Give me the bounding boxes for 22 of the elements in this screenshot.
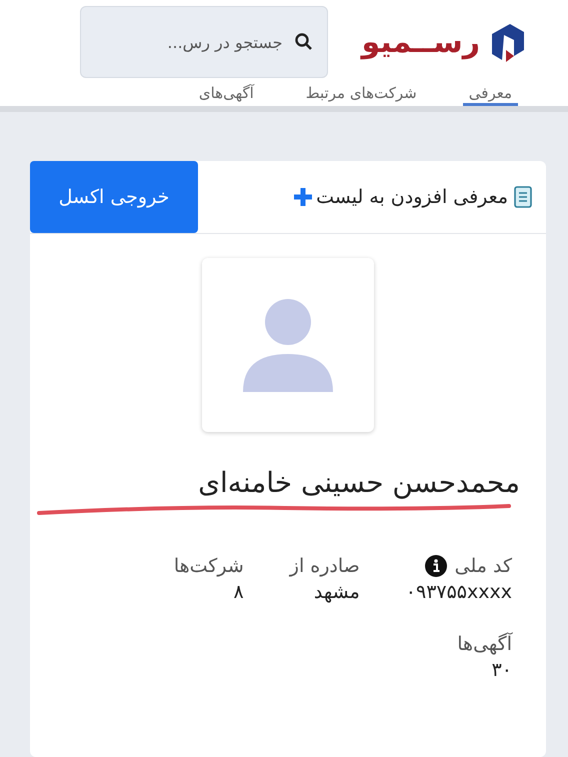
person-name: محمدحسن حسینی خامنه‌ای xyxy=(197,466,521,499)
field-label: کد ملی xyxy=(454,555,512,577)
tab[interactable]: شرکت‌های مرتبط xyxy=(300,84,423,106)
search-icon xyxy=(294,32,314,52)
add-to-list-link[interactable]: افزودن به لیست xyxy=(292,186,448,208)
search-field[interactable]: جستجو در رس... xyxy=(80,6,328,78)
info-icon[interactable] xyxy=(424,555,447,577)
field-value: ۳۰ xyxy=(490,659,512,681)
avatar-icon xyxy=(241,298,335,392)
field-label: شرکت‌ها xyxy=(174,555,244,577)
card-title: معرفی xyxy=(453,186,508,208)
field-label: صادره از xyxy=(290,555,360,577)
field-value: ۰۹۳۷۵۵xxxx xyxy=(406,581,512,603)
document-icon xyxy=(514,186,532,208)
field-value: مشهد xyxy=(312,581,360,603)
logo-text: رســمیو xyxy=(362,24,480,60)
plus-icon xyxy=(292,186,314,208)
tab[interactable]: آگهی‌های xyxy=(192,84,260,106)
field-label: آگهی‌ها xyxy=(457,633,512,655)
tab[interactable]: معرفی xyxy=(462,84,518,106)
export-excel-button[interactable]: خروجی اکسل xyxy=(30,161,198,233)
field-value: ۸ xyxy=(232,581,244,603)
